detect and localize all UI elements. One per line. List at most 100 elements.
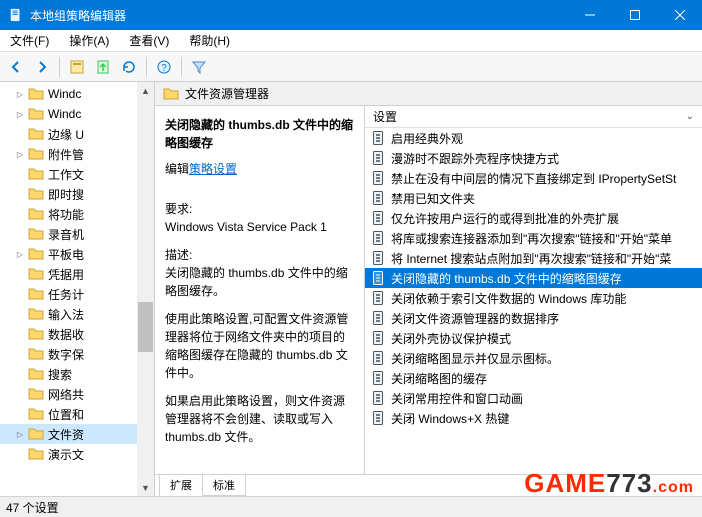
expand-toggle-icon[interactable]: ▷ xyxy=(14,148,26,160)
policy-icon xyxy=(371,170,387,186)
expand-toggle-icon[interactable]: ▷ xyxy=(14,428,26,440)
back-button[interactable] xyxy=(4,55,28,79)
list-row[interactable]: 启用经典外观 xyxy=(365,128,702,148)
expand-toggle-icon[interactable] xyxy=(14,168,26,180)
properties-button[interactable] xyxy=(65,55,89,79)
policy-heading: 关闭隐藏的 thumbs.db 文件中的缩略图缓存 xyxy=(165,116,354,152)
list-row[interactable]: 将库或搜索连接器添加到"再次搜索"链接和"开始"菜单 xyxy=(365,228,702,248)
list-row-label: 关闭外壳协议保护模式 xyxy=(391,330,511,347)
policy-icon xyxy=(371,410,387,426)
expand-toggle-icon[interactable] xyxy=(14,348,26,360)
list-row[interactable]: 漫游时不跟踪外壳程序快捷方式 xyxy=(365,148,702,168)
menu-bar: 文件(F) 操作(A) 查看(V) 帮助(H) xyxy=(0,30,702,52)
list-row[interactable]: 关闭 Windows+X 热键 xyxy=(365,408,702,428)
tab-extended[interactable]: 扩展 xyxy=(159,475,203,496)
toolbar: ? xyxy=(0,52,702,82)
tree-item[interactable]: ▷附件管 xyxy=(0,144,154,164)
expand-toggle-icon[interactable] xyxy=(14,268,26,280)
tree-item-label: 任务计 xyxy=(48,286,84,303)
list-row[interactable]: 关闭隐藏的 thumbs.db 文件中的缩略图缓存 xyxy=(365,268,702,288)
tree-item-label: 数据收 xyxy=(48,326,84,343)
folder-icon xyxy=(28,306,44,322)
tree-item[interactable]: 将功能 xyxy=(0,204,154,224)
tree-item[interactable]: 边缘 U xyxy=(0,124,154,144)
tree-item[interactable]: 演示文 xyxy=(0,444,154,464)
tree-item[interactable]: 输入法 xyxy=(0,304,154,324)
list-row-label: 将库或搜索连接器添加到"再次搜索"链接和"开始"菜单 xyxy=(391,230,672,247)
tree-scrollbar[interactable]: ▲ ▼ xyxy=(137,82,154,496)
expand-toggle-icon[interactable] xyxy=(14,368,26,380)
expand-toggle-icon[interactable] xyxy=(14,328,26,340)
folder-icon xyxy=(28,346,44,362)
tree-item[interactable]: 搜索 xyxy=(0,364,154,384)
list-row[interactable]: 关闭常用控件和窗口动画 xyxy=(365,388,702,408)
export-button[interactable] xyxy=(91,55,115,79)
tree-item[interactable]: 录音机 xyxy=(0,224,154,244)
expand-toggle-icon[interactable] xyxy=(14,448,26,460)
tree-item[interactable]: 工作文 xyxy=(0,164,154,184)
list-row-label: 漫游时不跟踪外壳程序快捷方式 xyxy=(391,150,559,167)
list-header-settings[interactable]: 设置 ⌄ xyxy=(365,106,702,128)
expand-toggle-icon[interactable]: ▷ xyxy=(14,108,26,120)
maximize-button[interactable] xyxy=(612,0,657,30)
list-row-label: 启用经典外观 xyxy=(391,130,463,147)
edit-line: 编辑策略设置 xyxy=(165,160,354,190)
policy-icon xyxy=(371,210,387,226)
forward-button[interactable] xyxy=(30,55,54,79)
tree-item[interactable]: 网络共 xyxy=(0,384,154,404)
list-row[interactable]: 关闭缩略图的缓存 xyxy=(365,368,702,388)
tree-item[interactable]: ▷Windc xyxy=(0,104,154,124)
description-label: 描述: xyxy=(165,246,354,264)
tree-item[interactable]: 凭据用 xyxy=(0,264,154,284)
folder-icon xyxy=(28,286,44,302)
list-row[interactable]: 将 Internet 搜索站点附加到"再次搜索"链接和"开始"菜 xyxy=(365,248,702,268)
refresh-button[interactable] xyxy=(117,55,141,79)
scroll-up-button[interactable]: ▲ xyxy=(137,82,154,99)
minimize-button[interactable] xyxy=(567,0,612,30)
tab-standard[interactable]: 标准 xyxy=(202,475,246,496)
expand-toggle-icon[interactable] xyxy=(14,308,26,320)
tree-item[interactable]: ▷平板电 xyxy=(0,244,154,264)
menu-view[interactable]: 查看(V) xyxy=(119,32,179,49)
tree-item[interactable]: 任务计 xyxy=(0,284,154,304)
list-row[interactable]: 关闭外壳协议保护模式 xyxy=(365,328,702,348)
expand-toggle-icon[interactable] xyxy=(14,208,26,220)
expand-toggle-icon[interactable] xyxy=(14,408,26,420)
menu-action[interactable]: 操作(A) xyxy=(59,32,119,49)
path-bar: 文件资源管理器 xyxy=(155,82,702,106)
list-row-label: 关闭依赖于索引文件数据的 Windows 库功能 xyxy=(391,290,626,307)
filter-button[interactable] xyxy=(187,55,211,79)
help-button[interactable]: ? xyxy=(152,55,176,79)
list-row[interactable]: 关闭文件资源管理器的数据排序 xyxy=(365,308,702,328)
list-row-label: 关闭 Windows+X 热键 xyxy=(391,410,509,427)
edit-policy-link[interactable]: 策略设置 xyxy=(189,160,237,178)
scroll-thumb[interactable] xyxy=(138,302,153,352)
close-button[interactable] xyxy=(657,0,702,30)
list-row-label: 禁止在没有中间层的情况下直接绑定到 IPropertySetSt xyxy=(391,170,676,187)
tree-item[interactable]: ▷文件资 xyxy=(0,424,154,444)
expand-toggle-icon[interactable] xyxy=(14,288,26,300)
tree-item[interactable]: 数据收 xyxy=(0,324,154,344)
list-row[interactable]: 关闭依赖于索引文件数据的 Windows 库功能 xyxy=(365,288,702,308)
description-pane: 关闭隐藏的 thumbs.db 文件中的缩略图缓存 编辑策略设置 要求: Win… xyxy=(155,106,365,474)
list-row[interactable]: 禁用已知文件夹 xyxy=(365,188,702,208)
tree-item[interactable]: 数字保 xyxy=(0,344,154,364)
list-row[interactable]: 仅允许按用户运行的或得到批准的外壳扩展 xyxy=(365,208,702,228)
policy-icon xyxy=(371,310,387,326)
expand-toggle-icon[interactable] xyxy=(14,188,26,200)
menu-help[interactable]: 帮助(H) xyxy=(179,32,240,49)
list-row[interactable]: 禁止在没有中间层的情况下直接绑定到 IPropertySetSt xyxy=(365,168,702,188)
tree-item[interactable]: 位置和 xyxy=(0,404,154,424)
expand-toggle-icon[interactable]: ▷ xyxy=(14,88,26,100)
scroll-down-button[interactable]: ▼ xyxy=(137,479,154,496)
expand-toggle-icon[interactable] xyxy=(14,128,26,140)
menu-file[interactable]: 文件(F) xyxy=(0,32,59,49)
tree-item-label: 搜索 xyxy=(48,366,72,383)
expand-toggle-icon[interactable] xyxy=(14,388,26,400)
expand-toggle-icon[interactable]: ▷ xyxy=(14,248,26,260)
tree-item[interactable]: ▷Windc xyxy=(0,84,154,104)
description-p3: 如果启用此策略设置，则文件资源管理器将不会创建、读取或写入 thumbs.db … xyxy=(165,392,354,446)
list-row[interactable]: 关闭缩略图显示并仅显示图标。 xyxy=(365,348,702,368)
expand-toggle-icon[interactable] xyxy=(14,228,26,240)
tree-item[interactable]: 即时搜 xyxy=(0,184,154,204)
